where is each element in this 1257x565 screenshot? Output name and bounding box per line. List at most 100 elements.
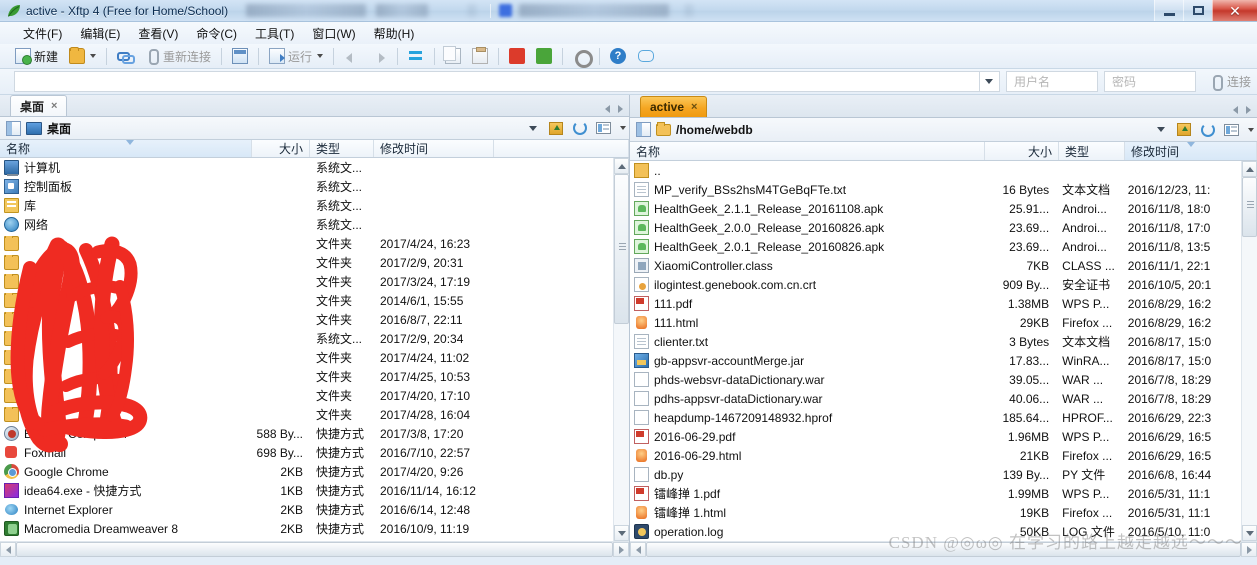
- table-row[interactable]: Macromedia Dreamweaver 8 2KB 快捷方式 2016/10/9…: [0, 519, 613, 538]
- local-hscroll-thumb[interactable]: [16, 542, 613, 557]
- local-vscrollbar[interactable]: [613, 158, 629, 541]
- connect-button[interactable]: [112, 46, 138, 67]
- new-session-button[interactable]: 新建: [10, 46, 63, 67]
- table-row[interactable]: gb-appsvr-accountMerge.jar 17.83... WinRA.…: [630, 351, 1241, 370]
- local-col-name[interactable]: 名称: [0, 140, 252, 158]
- table-row[interactable]: Beyond Compare 4 588 By... 快捷方式 2017/3/8, 1…: [0, 424, 613, 443]
- remote-up-button[interactable]: [1174, 120, 1193, 139]
- menu-edit[interactable]: 编辑(E): [71, 23, 129, 44]
- options-button[interactable]: [568, 46, 594, 68]
- table-row[interactable]: 文件夹 2017/4/25, 10:53: [0, 367, 613, 386]
- local-scroll-up-button[interactable]: [614, 158, 629, 175]
- close-icon[interactable]: ×: [691, 101, 697, 113]
- view-chevron-down-icon[interactable]: [620, 126, 626, 131]
- remote-path[interactable]: /home/webdb: [676, 123, 1152, 137]
- path-chevron-down-icon[interactable]: [529, 125, 537, 131]
- menu-view[interactable]: 查看(V): [129, 23, 187, 44]
- table-row[interactable]: ..: [630, 161, 1241, 180]
- local-up-button[interactable]: [546, 119, 565, 138]
- table-row[interactable]: db.py 139 By... PY 文件 2016/6/8, 16:44: [630, 465, 1241, 484]
- reconnect-button[interactable]: 重新连接: [139, 46, 216, 67]
- table-row[interactable]: 文件夹 2017/4/24, 16:23: [0, 234, 613, 253]
- table-row[interactable]: 文件夹 2016/8/7, 22:11: [0, 310, 613, 329]
- remote-scroll-down-button[interactable]: [1242, 525, 1257, 541]
- remote-vscrollbar[interactable]: [1241, 161, 1257, 541]
- remote-file-list[interactable]: .. MP_verify_BSs2hsM4TGeBqFTe.txt 16 Bytes…: [630, 161, 1241, 541]
- table-row[interactable]: 文件夹 2017/3/24, 17:19: [0, 272, 613, 291]
- toggle-tree-icon[interactable]: [6, 120, 21, 136]
- minimize-button[interactable]: [1154, 0, 1183, 21]
- table-row[interactable]: Internet Explorer 2KB 快捷方式 2016/6/14, 12:48: [0, 500, 613, 519]
- table-row[interactable]: clienter.txt 3 Bytes 文本文档 2016/8/17, 15:0: [630, 332, 1241, 351]
- local-refresh-button[interactable]: [570, 119, 589, 138]
- remote-col-name[interactable]: 名称: [630, 142, 985, 160]
- local-col-date[interactable]: 修改时间: [374, 140, 494, 158]
- feedback-button[interactable]: [632, 46, 658, 67]
- host-dropdown-button[interactable]: [979, 71, 1000, 92]
- local-scroll-down-button[interactable]: [614, 525, 629, 541]
- host-input[interactable]: [14, 71, 980, 92]
- table-row[interactable]: HealthGeek_2.0.1_Release_20160826.apk 23.…: [630, 237, 1241, 256]
- forward-button[interactable]: [366, 46, 392, 67]
- table-row[interactable]: 文件夹 2017/4/24, 11:02: [0, 348, 613, 367]
- table-row[interactable]: idea64.exe - 快捷方式 1KB 快捷方式 2016/11/14, 16:1…: [0, 481, 613, 500]
- table-row[interactable]: 网络 系统文...: [0, 215, 613, 234]
- local-hscroll-track[interactable]: [16, 542, 613, 557]
- sync-browsing-button[interactable]: [403, 46, 429, 67]
- table-row[interactable]: 111.pdf 1.38MB WPS P... 2016/8/29, 16:2: [630, 294, 1241, 313]
- table-row[interactable]: 计算机 系统文...: [0, 158, 613, 177]
- close-button[interactable]: ✕: [1212, 0, 1257, 21]
- tab-next-icon[interactable]: [618, 105, 623, 114]
- tab-prev-icon[interactable]: [1233, 106, 1238, 114]
- local-path[interactable]: 桌面: [47, 120, 524, 137]
- local-scroll-track[interactable]: [614, 174, 629, 525]
- table-row[interactable]: pdhs-appsvr-dataDictionary.war 40.06... WA…: [630, 389, 1241, 408]
- local-hscrollbar[interactable]: [0, 541, 629, 557]
- connect-action-button[interactable]: 连接: [1204, 73, 1255, 91]
- path-chevron-down-icon[interactable]: [1157, 127, 1165, 132]
- menu-command[interactable]: 命令(C): [187, 23, 246, 44]
- table-row[interactable]: 系统文... 2017/2/9, 20:34: [0, 329, 613, 348]
- copy-button[interactable]: [440, 46, 466, 67]
- table-row[interactable]: heapdump-1467209148932.hprof 185.64... HPR…: [630, 408, 1241, 427]
- local-hscroll-right-button[interactable]: [613, 542, 629, 557]
- table-row[interactable]: Foxmail 698 By... 快捷方式 2016/7/10, 22:57: [0, 443, 613, 462]
- menu-tools[interactable]: 工具(T): [246, 23, 303, 44]
- table-row[interactable]: 文件夹 2017/2/9, 20:31: [0, 253, 613, 272]
- table-row[interactable]: Google Chrome 2KB 快捷方式 2017/4/20, 9:26: [0, 462, 613, 481]
- local-col-type[interactable]: 类型: [310, 140, 374, 158]
- maximize-button[interactable]: [1183, 0, 1212, 21]
- open-folder-button[interactable]: [64, 46, 101, 67]
- local-file-list[interactable]: 计算机 系统文... 控制面板 系统文... 库系统文... 网络 系统文... 文件夹 201…: [0, 158, 613, 541]
- password-input[interactable]: 密码: [1103, 71, 1196, 92]
- local-hscroll-left-button[interactable]: [0, 542, 16, 557]
- table-row[interactable]: 2016-06-29.pdf 1.96MB WPS P... 2016/6/29, 1…: [630, 427, 1241, 446]
- table-row[interactable]: Mozilla Firefox1KB快捷方式2015/7/20, 10:10: [0, 538, 613, 542]
- table-row[interactable]: HealthGeek_2.1.1_Release_20161108.apk 25.…: [630, 199, 1241, 218]
- table-row[interactable]: 文件夹 2017/4/20, 17:10: [0, 386, 613, 405]
- remote-hscroll-right-button[interactable]: [1241, 542, 1257, 557]
- remote-view-button[interactable]: [1222, 120, 1241, 139]
- table-row[interactable]: XiaomiController.class 7KB CLASS ... 2016/1…: [630, 256, 1241, 275]
- local-col-size[interactable]: 大小: [252, 140, 310, 158]
- tab-next-icon[interactable]: [1246, 106, 1251, 114]
- run-button[interactable]: 运行: [264, 46, 328, 67]
- remote-scroll-up-button[interactable]: [1242, 161, 1257, 177]
- help-button[interactable]: ?: [605, 46, 631, 67]
- table-row[interactable]: 库 系统文...: [0, 196, 613, 215]
- local-tab-desktop[interactable]: 桌面 ×: [10, 95, 68, 117]
- remote-scroll-track[interactable]: [1242, 177, 1257, 525]
- session-manager-button[interactable]: [227, 46, 253, 67]
- close-icon[interactable]: ×: [51, 100, 57, 112]
- remote-refresh-button[interactable]: [1198, 120, 1217, 139]
- remote-tab-active[interactable]: active ×: [640, 96, 708, 117]
- remote-scroll-thumb[interactable]: [1242, 177, 1257, 237]
- table-row[interactable]: HealthGeek_2.0.0_Release_20160826.apk 23.…: [630, 218, 1241, 237]
- table-row[interactable]: 控制面板 系统文...: [0, 177, 613, 196]
- remote-col-date[interactable]: 修改时间: [1125, 142, 1257, 160]
- username-input[interactable]: 用户名: [1005, 71, 1098, 92]
- local-scroll-thumb[interactable]: [614, 174, 629, 325]
- table-row[interactable]: 111.html 29KB Firefox ... 2016/8/29, 16:2: [630, 313, 1241, 332]
- remote-col-type[interactable]: 类型: [1059, 142, 1125, 160]
- remote-hscroll-left-button[interactable]: [630, 542, 646, 557]
